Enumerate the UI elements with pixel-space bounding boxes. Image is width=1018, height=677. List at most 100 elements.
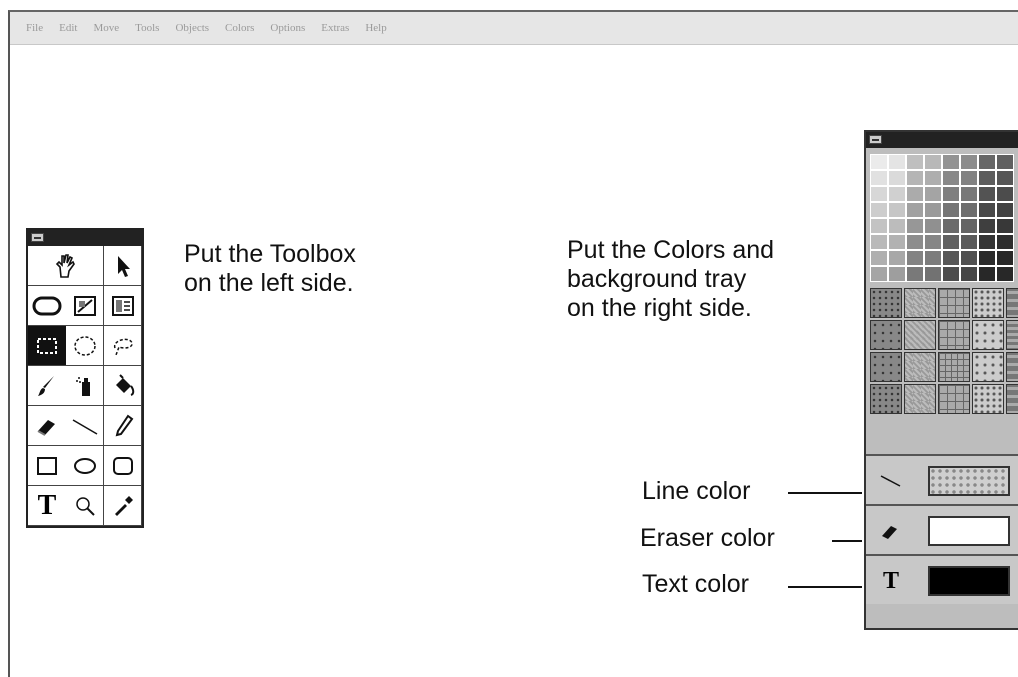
background-pattern-tile[interactable] (938, 320, 970, 350)
colors-tray-close-icon[interactable] (869, 135, 882, 144)
color-swatch[interactable] (996, 154, 1014, 170)
color-swatch[interactable] (960, 250, 978, 266)
colors-tray-title-bar[interactable] (866, 132, 1018, 148)
background-pattern-tile[interactable] (938, 352, 970, 382)
tool-ellipse[interactable] (66, 446, 104, 486)
color-swatch[interactable] (960, 154, 978, 170)
color-swatch[interactable] (870, 250, 888, 266)
color-swatch[interactable] (942, 186, 960, 202)
color-swatch[interactable] (942, 266, 960, 282)
color-swatch[interactable] (942, 218, 960, 234)
color-swatch[interactable] (906, 170, 924, 186)
color-swatch[interactable] (870, 202, 888, 218)
color-swatch[interactable] (924, 186, 942, 202)
color-swatch[interactable] (888, 170, 906, 186)
color-swatch[interactable] (924, 154, 942, 170)
tool-brush[interactable] (28, 366, 66, 406)
color-swatch[interactable] (888, 266, 906, 282)
tool-lasso[interactable] (104, 326, 142, 366)
background-pattern-tile[interactable] (870, 320, 902, 350)
color-swatch[interactable] (906, 186, 924, 202)
color-swatch[interactable] (924, 250, 942, 266)
color-swatch[interactable] (978, 266, 996, 282)
color-swatch[interactable] (888, 186, 906, 202)
color-swatch[interactable] (888, 250, 906, 266)
color-swatch[interactable] (996, 266, 1014, 282)
color-swatch[interactable] (978, 154, 996, 170)
line-color-row[interactable] (866, 454, 1018, 504)
background-pattern-tile[interactable] (938, 288, 970, 318)
background-pattern-tile[interactable] (904, 288, 936, 318)
background-pattern-tile[interactable] (972, 384, 1004, 414)
color-swatch[interactable] (996, 250, 1014, 266)
color-swatch[interactable] (960, 218, 978, 234)
color-swatch[interactable] (924, 266, 942, 282)
color-swatch[interactable] (888, 202, 906, 218)
color-swatch[interactable] (870, 170, 888, 186)
menu-file[interactable]: File (26, 22, 43, 34)
color-swatch[interactable] (978, 234, 996, 250)
background-pattern-tile[interactable] (904, 352, 936, 382)
eraser-color-swatch[interactable] (928, 516, 1010, 546)
color-swatch[interactable] (906, 202, 924, 218)
line-color-swatch[interactable] (928, 466, 1010, 496)
background-pattern-tile[interactable] (1006, 288, 1018, 318)
tool-line[interactable] (66, 406, 104, 446)
tool-rect-select[interactable] (28, 326, 66, 366)
text-color-row[interactable]: T (866, 554, 1018, 604)
color-swatch[interactable] (942, 170, 960, 186)
background-pattern-tile[interactable] (972, 320, 1004, 350)
menu-help[interactable]: Help (365, 22, 386, 34)
background-pattern-tile[interactable] (870, 288, 902, 318)
color-swatch[interactable] (906, 218, 924, 234)
tool-eyedropper[interactable] (104, 486, 142, 526)
tool-fill-bucket[interactable] (104, 366, 142, 406)
color-swatch[interactable] (978, 186, 996, 202)
tool-rectangle[interactable] (28, 446, 66, 486)
color-swatch[interactable] (996, 170, 1014, 186)
color-swatch[interactable] (906, 154, 924, 170)
background-pattern-tile[interactable] (938, 384, 970, 414)
color-swatch[interactable] (870, 234, 888, 250)
eraser-color-row[interactable] (866, 504, 1018, 554)
color-swatch[interactable] (960, 202, 978, 218)
color-swatch[interactable] (888, 234, 906, 250)
tool-round-rectangle[interactable] (104, 446, 142, 486)
background-pattern-tile[interactable] (972, 288, 1004, 318)
background-pattern-tile[interactable] (972, 352, 1004, 382)
tool-rounded-rect[interactable] (28, 286, 66, 326)
color-swatch[interactable] (996, 186, 1014, 202)
menu-options[interactable]: Options (270, 22, 305, 34)
toolbox-close-icon[interactable] (31, 233, 44, 242)
color-swatch[interactable] (870, 154, 888, 170)
color-swatch[interactable] (942, 154, 960, 170)
color-swatch[interactable] (924, 218, 942, 234)
background-pattern-tile[interactable] (1006, 320, 1018, 350)
color-swatch[interactable] (888, 154, 906, 170)
tool-text-frame[interactable] (104, 286, 142, 326)
background-pattern-tile[interactable] (1006, 352, 1018, 382)
tool-eraser[interactable] (28, 406, 66, 446)
background-pattern-tile[interactable] (1006, 384, 1018, 414)
toolbox-title-bar[interactable] (28, 230, 142, 246)
background-pattern-tile[interactable] (904, 320, 936, 350)
menu-colors[interactable]: Colors (225, 22, 254, 34)
tool-ellipse-select[interactable] (66, 326, 104, 366)
color-swatch[interactable] (942, 250, 960, 266)
background-pattern-tile[interactable] (904, 384, 936, 414)
color-swatch[interactable] (978, 250, 996, 266)
color-swatch[interactable] (870, 218, 888, 234)
background-pattern-tile[interactable] (870, 352, 902, 382)
menu-edit[interactable]: Edit (59, 22, 77, 34)
color-swatch[interactable] (942, 234, 960, 250)
tool-magnifier[interactable] (66, 486, 104, 526)
menu-extras[interactable]: Extras (321, 22, 349, 34)
background-pattern-tile[interactable] (870, 384, 902, 414)
color-swatch[interactable] (906, 234, 924, 250)
color-swatch[interactable] (996, 202, 1014, 218)
color-swatch[interactable] (870, 266, 888, 282)
color-swatch[interactable] (978, 202, 996, 218)
menu-objects[interactable]: Objects (175, 22, 209, 34)
text-color-swatch[interactable] (928, 566, 1010, 596)
tool-hand[interactable] (28, 246, 104, 286)
